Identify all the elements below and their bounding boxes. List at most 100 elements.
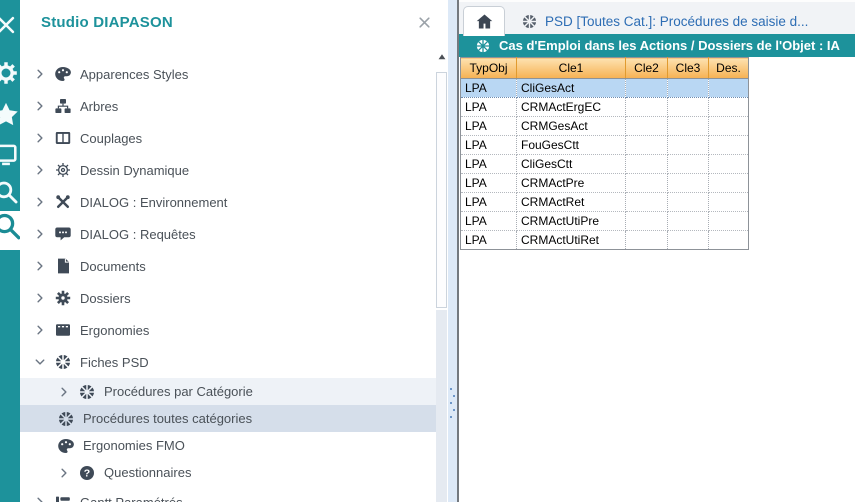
tree-icon <box>55 98 71 114</box>
sidebar-item-documents[interactable]: Documents <box>20 250 436 282</box>
table-cell: CRMActErgEC <box>517 98 626 117</box>
chevron-right-icon[interactable] <box>58 386 70 398</box>
table-cell: LPA <box>461 136 517 155</box>
column-header-des[interactable]: Des. <box>709 58 749 79</box>
tab-bar: PSD [Toutes Cat.]: Procédures de saisie … <box>459 0 855 34</box>
sidebar-item-label: Dessin Dynamique <box>80 163 189 178</box>
sidebar-item-dialog-environnement[interactable]: DIALOG : Environnement <box>20 186 436 218</box>
column-header-cle3[interactable]: Cle3 <box>668 58 709 79</box>
sidebar-item-procedures-par-categorie[interactable]: Procédures par Catégorie <box>20 378 436 405</box>
chevron-right-icon[interactable] <box>58 467 70 479</box>
table-cell <box>668 193 709 212</box>
table-cell <box>626 117 668 136</box>
chevron-right-icon[interactable] <box>34 292 46 304</box>
sidebar-item-procedures-toutes-categories[interactable]: Procédures toutes catégories <box>20 405 436 432</box>
table-row[interactable]: LPACliGesAct <box>461 79 749 98</box>
chevron-right-icon[interactable] <box>34 196 46 208</box>
tools-icon <box>55 194 71 210</box>
panel-splitter[interactable] <box>448 0 457 502</box>
chevron-down-icon[interactable] <box>34 356 46 368</box>
sidebar-item-label: Ergonomies <box>80 323 149 338</box>
scrollbar-thumb[interactable] <box>436 72 447 308</box>
sidebar-item-arbres[interactable]: Arbres <box>20 90 436 122</box>
gear-icon[interactable] <box>0 61 18 85</box>
chevron-right-icon[interactable] <box>34 496 46 502</box>
gantt-icon <box>55 494 71 502</box>
sidebar-item-label: Procédures toutes catégories <box>83 411 252 426</box>
panel-header: Cas d'Emploi dans les Actions / Dossiers… <box>459 34 855 57</box>
table-cell <box>626 79 668 98</box>
table-cell <box>709 174 749 193</box>
table-cell <box>709 231 749 250</box>
sidebar-item-questionnaires[interactable]: ?Questionnaires <box>20 459 436 486</box>
chevron-right-icon[interactable] <box>34 324 46 336</box>
chevron-right-icon[interactable] <box>34 100 46 112</box>
column-header-cle1[interactable]: Cle1 <box>517 58 626 79</box>
table-cell <box>709 155 749 174</box>
search-icon[interactable] <box>0 180 18 204</box>
sidebar-scrollbar[interactable] <box>436 46 448 502</box>
document-icon <box>55 258 71 274</box>
scrollbar-track[interactable] <box>436 310 447 502</box>
table-cell: LPA <box>461 98 517 117</box>
table-cell <box>709 98 749 117</box>
table-cell <box>668 231 709 250</box>
window-icon[interactable] <box>0 142 18 166</box>
sidebar-item-couplages[interactable]: Couplages <box>20 122 436 154</box>
cog-icon <box>55 290 71 306</box>
tab-psd-label: PSD [Toutes Cat.]: Procédures de saisie … <box>545 14 808 29</box>
table-cell <box>668 117 709 136</box>
table-cell <box>626 174 668 193</box>
table-cell <box>709 117 749 136</box>
sidebar-item-dossiers[interactable]: Dossiers <box>20 282 436 314</box>
svg-text:?: ? <box>84 467 90 479</box>
table-cell: LPA <box>461 117 517 136</box>
chevron-right-icon[interactable] <box>34 260 46 272</box>
grid-table: TypObjCle1Cle2Cle3Des. LPACliGesActLPACR… <box>460 57 749 250</box>
table-cell <box>668 212 709 231</box>
close-icon[interactable] <box>0 13 18 37</box>
sidebar-item-ergonomies-fmo[interactable]: Ergonomies FMO <box>20 432 436 459</box>
table-row[interactable]: LPACRMActUtiRet <box>461 231 749 250</box>
chevron-right-icon[interactable] <box>34 164 46 176</box>
table-cell <box>709 136 749 155</box>
sidebar-item-label: Procédures par Catégorie <box>104 384 253 399</box>
table-row[interactable]: LPACRMActPre <box>461 174 749 193</box>
table-row[interactable]: LPACRMActUtiPre <box>461 212 749 231</box>
sidebar-item-dessin-dynamique[interactable]: Dessin Dynamique <box>20 154 436 186</box>
speech-icon <box>55 226 71 242</box>
sidebar-item-label: Dossiers <box>80 291 131 306</box>
table-cell <box>668 174 709 193</box>
table-cell: LPA <box>461 193 517 212</box>
sidebar-item-ergonomies[interactable]: Ergonomies <box>20 314 436 346</box>
chevron-right-icon[interactable] <box>34 228 46 240</box>
psd-flower-icon <box>79 384 95 400</box>
column-header-typobj[interactable]: TypObj <box>461 58 517 79</box>
chevron-right-icon[interactable] <box>34 68 46 80</box>
sidebar-item-apparences-styles[interactable]: Apparences Styles <box>20 58 436 90</box>
table-cell: LPA <box>461 231 517 250</box>
table-row[interactable]: LPACliGesCtt <box>461 155 749 174</box>
sidebar-item-dialog-requetes[interactable]: DIALOG : Requêtes <box>20 218 436 250</box>
gear-outline-icon <box>55 162 71 178</box>
triangle-up-icon[interactable] <box>437 52 447 62</box>
close-icon[interactable] <box>417 15 432 30</box>
column-header-cle2[interactable]: Cle2 <box>626 58 668 79</box>
table-row[interactable]: LPACRMActRet <box>461 193 749 212</box>
psd-flower-icon <box>58 411 74 427</box>
table-row[interactable]: LPACRMGesAct <box>461 117 749 136</box>
table-row[interactable]: LPAFouGesCtt <box>461 136 749 155</box>
sidebar-item-label: Arbres <box>80 99 118 114</box>
sidebar-item-gantt-parametres[interactable]: Gantt Paramétrés <box>20 486 436 502</box>
table-cell <box>626 98 668 117</box>
sidebar-item-label: Ergonomies FMO <box>83 438 185 453</box>
tab-home[interactable] <box>463 6 505 36</box>
table-row[interactable]: LPACRMActErgEC <box>461 98 749 117</box>
sidebar-item-fiches-psd[interactable]: Fiches PSD <box>20 346 436 378</box>
table-cell: LPA <box>461 79 517 98</box>
chevron-right-icon[interactable] <box>34 132 46 144</box>
star-icon[interactable] <box>0 102 18 126</box>
splitter-grip-icon <box>450 388 455 423</box>
search-icon[interactable] <box>0 212 20 240</box>
tab-psd[interactable]: PSD [Toutes Cat.]: Procédures de saisie … <box>510 6 820 36</box>
